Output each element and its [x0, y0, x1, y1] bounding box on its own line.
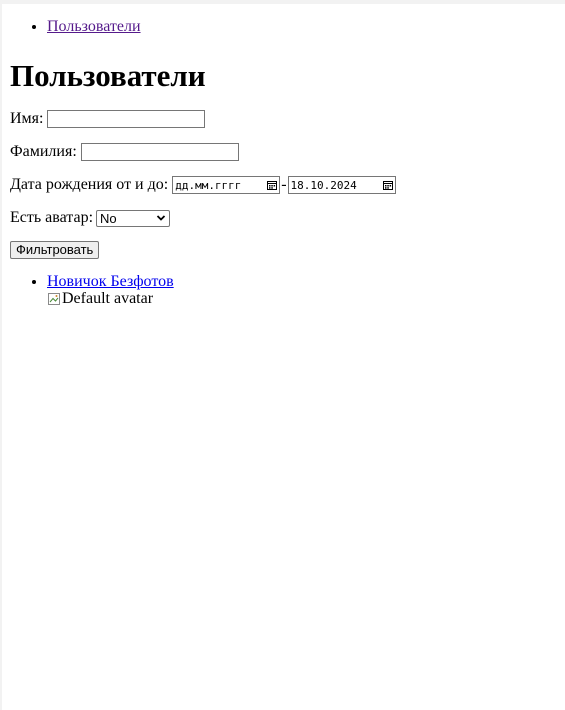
chevron-down-icon — [156, 215, 166, 221]
birth-date-from-value: дд.мм.гггг — [175, 178, 242, 192]
calendar-icon[interactable] — [382, 180, 393, 190]
top-nav: Пользователи — [10, 17, 565, 36]
page: Пользователи Пользователи Имя: Фамилия: … — [10, 0, 565, 307]
avatar-row: Есть аватар: No — [10, 208, 171, 228]
avatar-select[interactable]: No — [96, 209, 171, 227]
birth-date-separator: - — [281, 176, 287, 193]
first-name-row: Имя: — [10, 109, 206, 129]
list-item: Новичок Безфотов Default avatar — [47, 273, 174, 307]
avatar-select-value: No — [100, 210, 117, 226]
filter-button[interactable]: Фильтровать — [10, 241, 100, 259]
broken-image-icon — [48, 292, 60, 305]
birth-date-to-input[interactable]: 18.10.2024 — [287, 176, 396, 194]
first-name-label: Имя: — [10, 110, 44, 127]
birth-date-row: Дата рождения от и до: дд.мм.гггг - 18.1… — [10, 175, 396, 195]
user-link[interactable]: Новичок Безфотов — [47, 273, 174, 290]
window-frame-left — [0, 0, 2, 710]
last-name-input[interactable] — [80, 143, 239, 161]
user-avatar: Default avatar — [47, 290, 174, 307]
user-avatar-alt: Default avatar — [62, 290, 154, 307]
birth-date-label: Дата рождения от и до: — [10, 176, 169, 193]
nav-users-link[interactable]: Пользователи — [47, 18, 141, 35]
avatar-label: Есть аватар: — [10, 209, 94, 226]
page-title: Пользователи — [10, 58, 206, 93]
user-list: Новичок Безфотов Default avatar — [10, 273, 174, 307]
last-name-label: Фамилия: — [10, 143, 77, 160]
first-name-input[interactable] — [47, 110, 206, 128]
calendar-icon[interactable] — [267, 180, 278, 190]
birth-date-from-input[interactable]: дд.мм.гггг — [172, 176, 281, 194]
nav-item-users: Пользователи — [47, 17, 565, 36]
birth-date-to-value: 18.10.2024 — [290, 178, 357, 192]
last-name-row: Фамилия: — [10, 142, 239, 162]
